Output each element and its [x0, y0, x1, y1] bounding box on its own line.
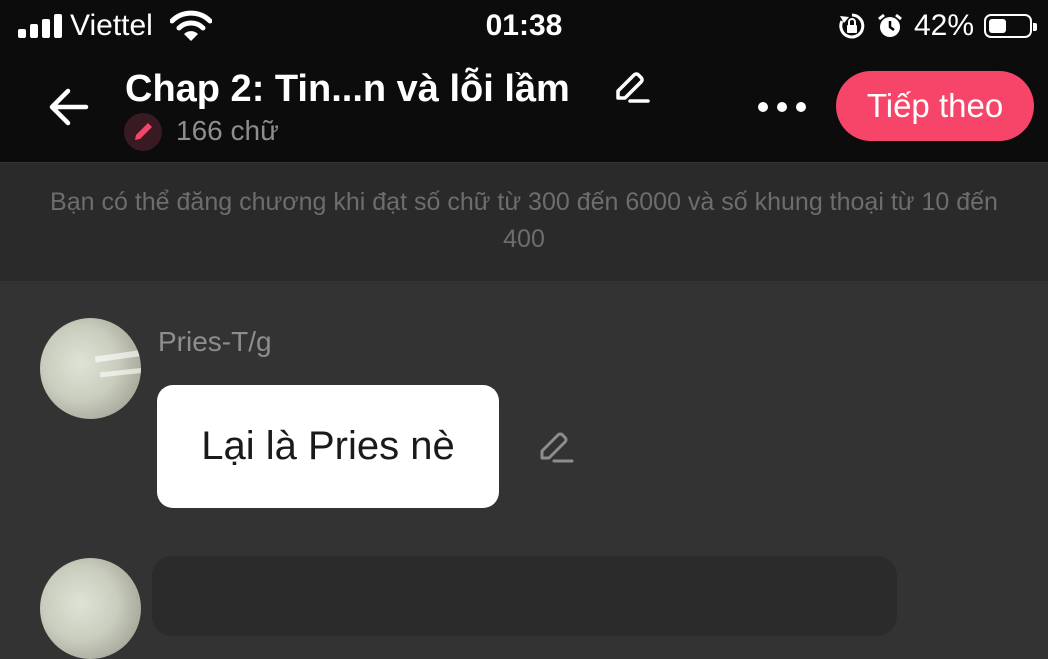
- message-bubble-partial[interactable]: [152, 556, 897, 636]
- status-bar: Viettel 01:38 42%: [0, 0, 1048, 54]
- word-count: 166 chữ: [176, 115, 279, 146]
- battery-icon: [984, 14, 1037, 38]
- rotation-lock-icon: [839, 13, 865, 39]
- battery-percent: 42%: [913, 9, 974, 42]
- pen-badge-icon: [124, 113, 162, 151]
- next-button[interactable]: Tiếp theo: [836, 71, 1034, 141]
- top-bar: Viettel 01:38 42% Chap 2: Tin...n và lỗi…: [0, 0, 1048, 162]
- chapter-title[interactable]: Chap 2: Tin...n và lỗi lầm: [125, 68, 570, 111]
- sender-name: Pries-T/g: [158, 326, 272, 357]
- message-text: Lại là Pries nè: [201, 424, 455, 468]
- more-icon[interactable]: [750, 96, 814, 120]
- avatar[interactable]: [40, 318, 141, 419]
- edit-message-icon[interactable]: [536, 428, 576, 466]
- message-bubble[interactable]: Lại là Pries nè: [157, 385, 499, 508]
- publish-requirement-notice: Bạn có thể đăng chương khi đạt số chữ từ…: [0, 163, 1048, 281]
- alarm-icon: [878, 13, 902, 37]
- avatar[interactable]: [40, 558, 141, 659]
- edit-title-icon[interactable]: [610, 70, 652, 106]
- notice-text: Bạn có thể đăng chương khi đạt số chữ từ…: [50, 188, 998, 253]
- back-arrow-icon[interactable]: [44, 82, 94, 132]
